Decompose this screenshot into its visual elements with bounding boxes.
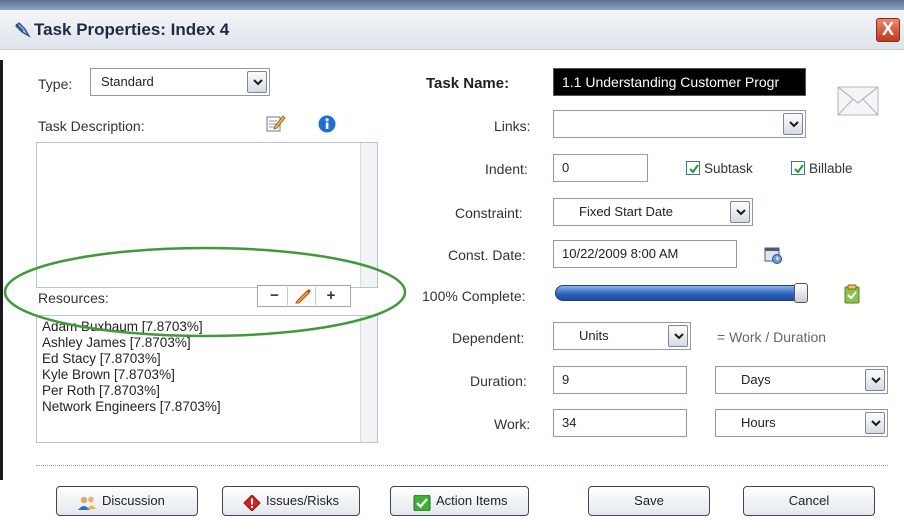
list-item[interactable]: Ed Stacy [7.8703%] [42, 351, 161, 366]
task-description-label: Task Description: [38, 118, 145, 134]
duration-unit-value: Days [741, 372, 771, 387]
slider-handle[interactable] [794, 283, 808, 303]
action-items-label: Action Items [436, 493, 508, 508]
work-unit-select[interactable]: Hours [715, 409, 888, 437]
duration-input[interactable]: 9 [553, 366, 687, 394]
constraint-label: Constraint: [455, 205, 523, 221]
list-item[interactable]: Network Engineers [7.8703%] [42, 399, 221, 414]
duration-unit-select[interactable]: Days [715, 366, 888, 394]
save-label: Save [634, 493, 664, 508]
dependent-select-value: Units [579, 328, 609, 343]
chevron-down-icon [730, 201, 750, 223]
chevron-down-icon [783, 113, 803, 135]
envelope-icon[interactable] [836, 84, 880, 118]
cancel-button[interactable]: Cancel [743, 486, 875, 516]
issues-risks-button[interactable]: Issues/Risks [222, 486, 360, 516]
chevron-down-icon [865, 412, 885, 434]
close-button[interactable]: X [876, 18, 900, 42]
type-select[interactable]: Standard [90, 68, 270, 96]
edit-note-icon[interactable] [264, 112, 286, 134]
const-date-input[interactable]: 10/22/2009 8:00 AM [553, 240, 737, 268]
type-label: Type: [38, 76, 73, 92]
constraint-select[interactable]: Fixed Start Date [553, 198, 753, 226]
work-label: Work: [494, 416, 531, 432]
dependent-select[interactable]: Units [553, 322, 691, 350]
constraint-select-value: Fixed Start Date [579, 204, 673, 219]
billable-label: Billable [809, 161, 853, 176]
action-items-button[interactable]: Action Items [390, 486, 529, 516]
dependent-formula: = Work / Duration [717, 329, 827, 345]
indent-label: Indent: [485, 161, 528, 177]
pin-icon [14, 21, 32, 39]
task-name-label: Task Name: [426, 75, 510, 92]
list-item[interactable]: Per Roth [7.8703%] [42, 383, 160, 398]
duration-label: Duration: [470, 373, 527, 389]
people-icon [77, 493, 96, 510]
chevron-down-icon [668, 325, 688, 347]
billable-checkbox[interactable] [791, 161, 805, 175]
discussion-button[interactable]: Discussion [56, 486, 198, 516]
subtask-label: Subtask [704, 161, 753, 176]
close-icon: X [881, 19, 894, 39]
dependent-label: Dependent: [452, 330, 525, 346]
links-label: Links: [494, 118, 531, 134]
highlight-ellipse [3, 246, 407, 338]
checkmark-icon [689, 164, 699, 174]
checkmark-icon [413, 493, 431, 512]
checkmark-icon [794, 164, 804, 174]
window-title: Task Properties: Index 4 [34, 20, 230, 39]
discussion-label: Discussion [102, 493, 165, 508]
notes-icon[interactable] [843, 284, 861, 304]
cancel-label: Cancel [788, 493, 830, 508]
links-select[interactable] [553, 110, 806, 138]
calendar-icon[interactable] [763, 245, 783, 265]
save-button[interactable]: Save [588, 486, 710, 516]
chevron-down-icon [247, 71, 267, 93]
window-top-strip [0, 0, 904, 10]
const-date-label: Const. Date: [448, 247, 526, 263]
work-unit-value: Hours [741, 415, 776, 430]
info-icon[interactable] [318, 115, 336, 133]
list-item[interactable]: Kyle Brown [7.8703%] [42, 367, 175, 382]
indent-input[interactable]: 0 [553, 154, 648, 182]
divider [36, 465, 888, 466]
chevron-down-icon [865, 369, 885, 391]
task-name-input[interactable]: 1.1 Understanding Customer Progr [553, 68, 806, 96]
type-select-value: Standard [101, 74, 154, 89]
percent-complete-slider[interactable] [555, 285, 808, 301]
warning-icon [243, 493, 261, 512]
issues-risks-label: Issues/Risks [266, 493, 339, 508]
subtask-checkbox[interactable] [686, 161, 700, 175]
percent-complete-label: 100% Complete: [422, 288, 526, 304]
work-input[interactable]: 34 [553, 409, 687, 437]
